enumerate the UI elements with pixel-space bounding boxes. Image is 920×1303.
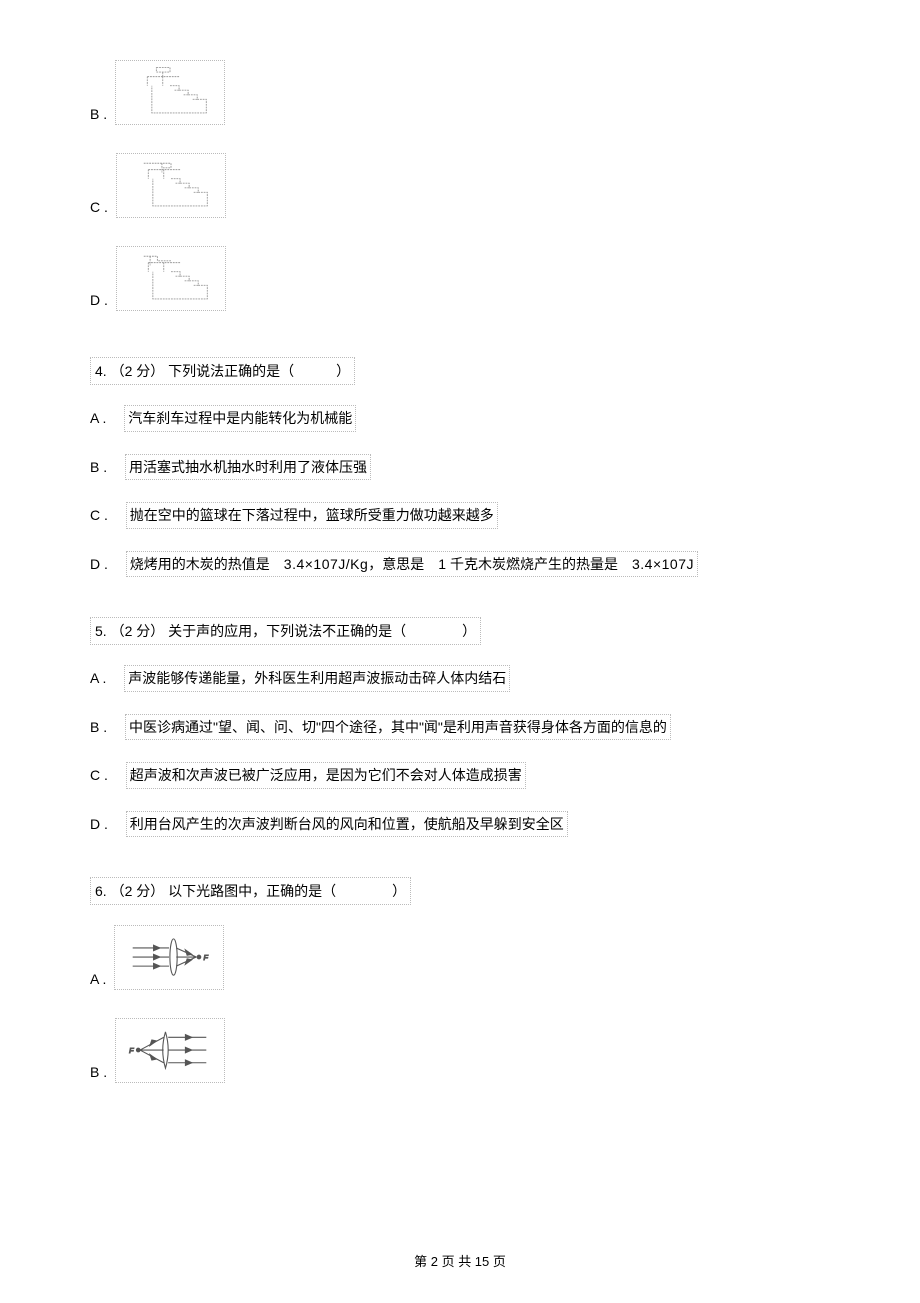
svg-text:F: F bbox=[129, 1046, 134, 1055]
q4-option-c: C . 抛在空中的篮球在下落过程中，篮球所受重力做功越来越多 bbox=[90, 502, 830, 528]
option-label: D . bbox=[90, 289, 108, 311]
optics-diagram-a: F bbox=[114, 925, 224, 990]
q6-option-b: B . F bbox=[90, 1018, 830, 1083]
option-label: C . bbox=[90, 196, 108, 218]
option-label: B . bbox=[90, 719, 107, 735]
option-label: C . bbox=[90, 767, 108, 783]
option-label: B . bbox=[90, 1061, 107, 1083]
option-label: D . bbox=[90, 556, 108, 572]
question-text: 下列说法正确的是（ ） bbox=[168, 363, 350, 379]
question-text: 关于声的应用，下列说法不正确的是（ ） bbox=[168, 623, 476, 639]
option-label: B . bbox=[90, 103, 107, 125]
diagram-d-image bbox=[116, 246, 226, 311]
option-text: 抛在空中的篮球在下落过程中，篮球所受重力做功越来越多 bbox=[126, 502, 498, 528]
option-text: 中医诊病通过"望、闻、问、切"四个途径，其中"闻"是利用声音获得身体各方面的信息… bbox=[125, 714, 671, 740]
d-val1: 3.4×107J/Kg bbox=[284, 556, 369, 572]
q4-option-a: A . 汽车刹车过程中是内能转化为机械能 bbox=[90, 405, 830, 431]
option-label: A . bbox=[90, 410, 106, 426]
q6-option-a: A . F bbox=[90, 925, 830, 990]
question-4: 4. （2 分） 下列说法正确的是（ ） bbox=[90, 357, 355, 385]
q3-option-c: C . bbox=[90, 153, 830, 218]
option-text: 声波能够传递能量，外科医生利用超声波振动击碎人体内结石 bbox=[124, 665, 510, 691]
option-text: 汽车刹车过程中是内能转化为机械能 bbox=[124, 405, 356, 431]
question-number: 5. bbox=[95, 623, 107, 639]
option-label: C . bbox=[90, 507, 108, 523]
question-number: 6. bbox=[95, 883, 107, 899]
option-text: 烧烤用的木炭的热值是 3.4×107J/Kg，意思是 1 千克木炭燃烧产生的热量… bbox=[126, 551, 698, 577]
option-label: D . bbox=[90, 816, 108, 832]
question-6: 6. （2 分） 以下光路图中，正确的是（ ） bbox=[90, 877, 411, 905]
option-text: 超声波和次声波已被广泛应用，是因为它们不会对人体造成损害 bbox=[126, 762, 526, 788]
q5-option-d: D . 利用台风产生的次声波判断台风的风向和位置，使航船及早躲到安全区 bbox=[90, 811, 830, 837]
question-text: 以下光路图中，正确的是（ ） bbox=[168, 883, 406, 899]
question-number: 4. bbox=[95, 363, 107, 379]
question-points: （2 分） bbox=[111, 363, 165, 379]
option-label: A . bbox=[90, 968, 106, 990]
d-text-pre: 烧烤用的木炭的热值是 bbox=[130, 556, 284, 572]
option-label: A . bbox=[90, 670, 106, 686]
q4-option-d: D . 烧烤用的木炭的热值是 3.4×107J/Kg，意思是 1 千克木炭燃烧产… bbox=[90, 551, 830, 577]
q5-option-b: B . 中医诊病通过"望、闻、问、切"四个途径，其中"闻"是利用声音获得身体各方… bbox=[90, 714, 830, 740]
svg-text:F: F bbox=[204, 953, 209, 962]
option-label: B . bbox=[90, 459, 107, 475]
question-5: 5. （2 分） 关于声的应用，下列说法不正确的是（ ） bbox=[90, 617, 481, 645]
question-points: （2 分） bbox=[111, 883, 165, 899]
optics-diagram-b: F bbox=[115, 1018, 225, 1083]
q4-option-b: B . 用活塞式抽水机抽水时利用了液体压强 bbox=[90, 454, 830, 480]
q3-option-b: B . bbox=[90, 60, 830, 125]
diagram-b-image bbox=[115, 60, 225, 125]
question-points: （2 分） bbox=[111, 623, 165, 639]
d-val2: 3.4×107J bbox=[632, 556, 694, 572]
option-text: 用活塞式抽水机抽水时利用了液体压强 bbox=[125, 454, 371, 480]
page-footer: 第 2 页 共 15 页 bbox=[0, 1252, 920, 1273]
q5-option-a: A . 声波能够传递能量，外科医生利用超声波振动击碎人体内结石 bbox=[90, 665, 830, 691]
d-text-mid: ，意思是 1 千克木炭燃烧产生的热量是 bbox=[368, 556, 632, 572]
diagram-c-image bbox=[116, 153, 226, 218]
q5-option-c: C . 超声波和次声波已被广泛应用，是因为它们不会对人体造成损害 bbox=[90, 762, 830, 788]
q3-option-d: D . bbox=[90, 246, 830, 311]
option-text: 利用台风产生的次声波判断台风的风向和位置，使航船及早躲到安全区 bbox=[126, 811, 568, 837]
